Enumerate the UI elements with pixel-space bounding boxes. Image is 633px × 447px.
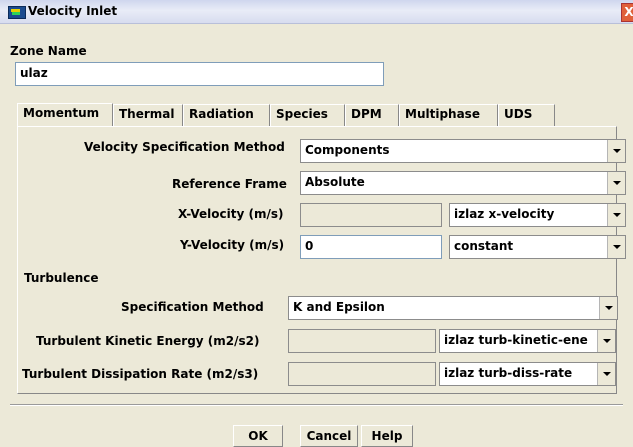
reference-frame-select[interactable]: Absolute	[300, 171, 626, 195]
y-velocity-label: Y-Velocity (m/s)	[180, 238, 285, 252]
x-velocity-input[interactable]	[300, 203, 442, 227]
turbulence-spec-label: Specification Method	[121, 300, 264, 314]
tke-label: Turbulent Kinetic Energy (m2/s2)	[36, 334, 260, 348]
chevron-down-icon[interactable]	[607, 236, 625, 258]
turbulence-heading: Turbulence	[24, 271, 99, 285]
close-button[interactable]: X	[621, 3, 633, 22]
turbulence-spec-select[interactable]: K and Epsilon	[288, 296, 618, 320]
tab-radiation[interactable]: Radiation	[183, 104, 270, 126]
tab-uds[interactable]: UDS	[498, 104, 555, 126]
tab-thermal[interactable]: Thermal	[113, 104, 183, 126]
momentum-panel	[17, 126, 617, 394]
tdr-profile-value: izlaz turb-diss-rate	[444, 366, 573, 380]
tke-profile-select[interactable]: izlaz turb-kinetic-ene	[439, 329, 616, 353]
tab-species[interactable]: Species	[270, 104, 345, 126]
divider	[10, 404, 623, 406]
velocity-method-value: Components	[305, 143, 390, 157]
tab-dpm[interactable]: DPM	[345, 104, 399, 126]
window-title: Velocity Inlet	[28, 4, 118, 18]
x-velocity-profile-value: izlaz x-velocity	[454, 207, 555, 221]
tab-multiphase[interactable]: Multiphase	[399, 104, 498, 126]
chevron-down-icon[interactable]	[599, 297, 617, 319]
chevron-down-icon[interactable]	[597, 363, 615, 385]
zone-name-label: Zone Name	[10, 44, 87, 58]
reference-frame-label: Reference Frame	[172, 177, 287, 191]
tdr-input[interactable]	[288, 362, 436, 386]
velocity-method-label: Velocity Specification Method	[84, 140, 285, 154]
x-velocity-label: X-Velocity (m/s)	[178, 207, 284, 221]
tdr-label: Turbulent Dissipation Rate (m2/s3)	[22, 367, 259, 381]
chevron-down-icon[interactable]	[607, 172, 625, 194]
reference-frame-value: Absolute	[305, 175, 365, 189]
tab-momentum[interactable]: Momentum	[17, 103, 113, 127]
y-velocity-profile-select[interactable]: constant	[449, 235, 626, 259]
zone-name-input[interactable]: ulaz	[15, 62, 384, 86]
y-velocity-input[interactable]: 0	[300, 235, 442, 259]
app-icon	[8, 6, 26, 19]
velocity-method-select[interactable]: Components	[300, 139, 626, 163]
turbulence-spec-value: K and Epsilon	[293, 300, 385, 314]
tdr-profile-select[interactable]: izlaz turb-diss-rate	[439, 362, 616, 386]
y-velocity-profile-value: constant	[454, 239, 514, 253]
chevron-down-icon[interactable]	[597, 330, 615, 352]
chevron-down-icon[interactable]	[607, 140, 625, 162]
tke-profile-value: izlaz turb-kinetic-ene	[444, 333, 588, 347]
velocity-inlet-dialog: Velocity Inlet X Zone Name ulaz Momentum…	[0, 0, 633, 447]
tke-input[interactable]	[288, 329, 436, 353]
x-velocity-profile-select[interactable]: izlaz x-velocity	[449, 203, 626, 227]
title-bar[interactable]: Velocity Inlet X	[0, 0, 633, 24]
chevron-down-icon[interactable]	[607, 204, 625, 226]
